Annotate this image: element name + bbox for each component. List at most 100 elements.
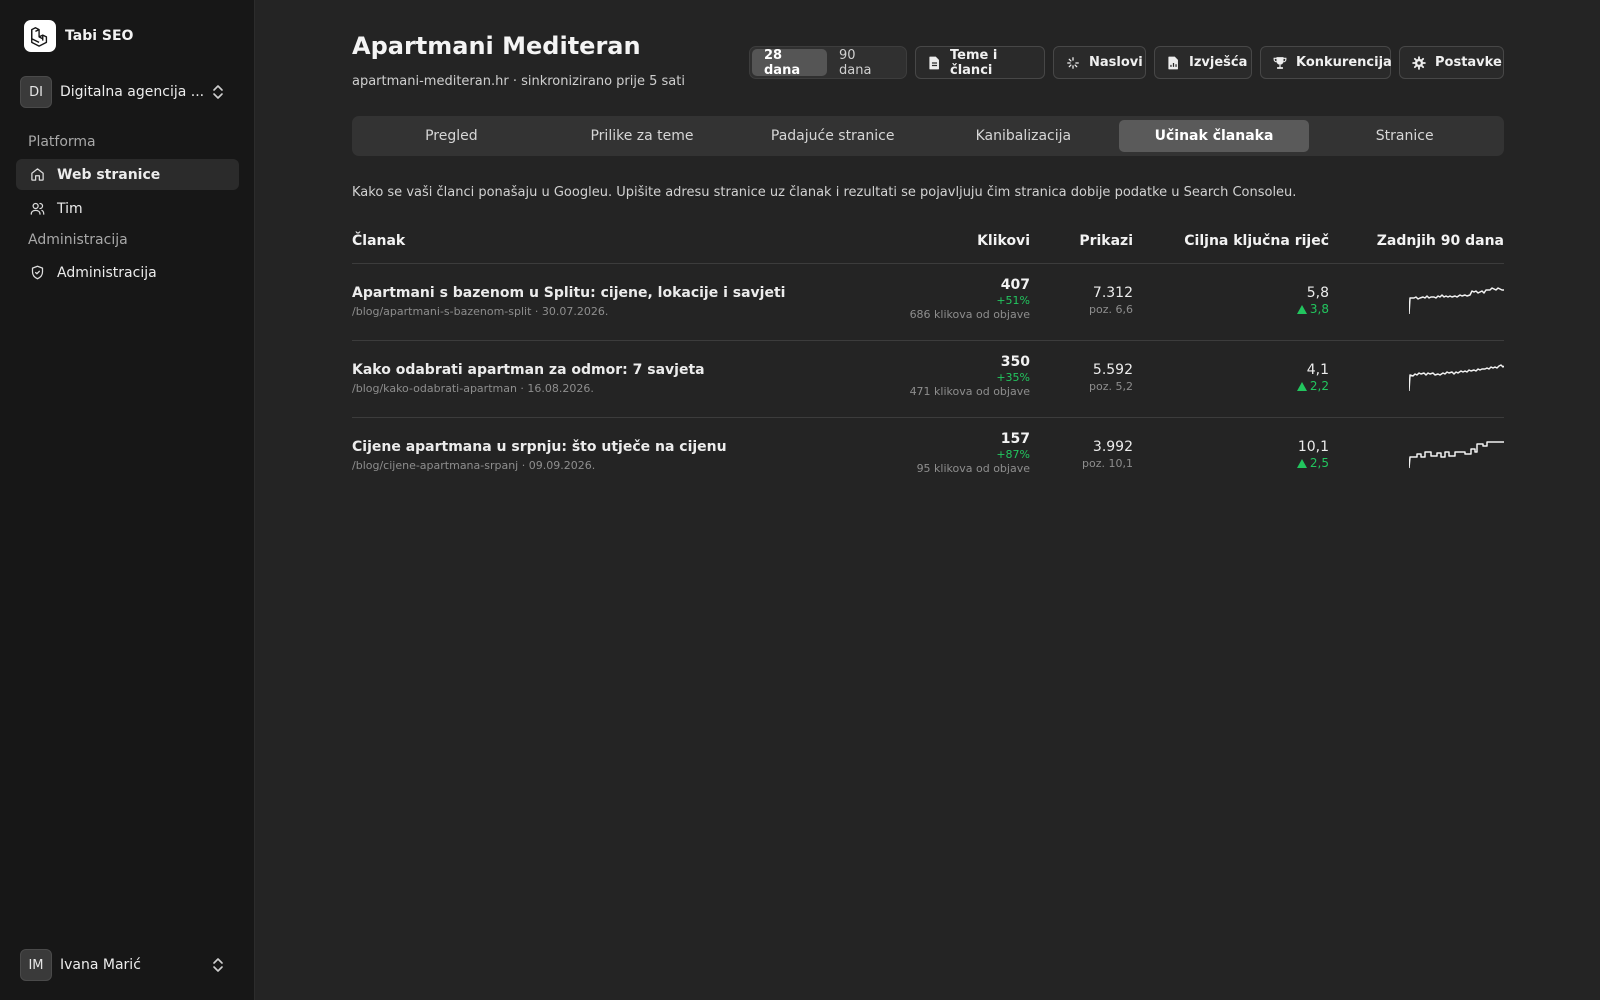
tab-pregled[interactable]: Pregled bbox=[356, 120, 547, 152]
average-position: poz. 6,6 bbox=[1089, 303, 1133, 316]
competition-label: Konkurencija bbox=[1296, 55, 1392, 70]
article-path: /blog/cijene-apartmana-srpanj · 09.09.20… bbox=[352, 459, 596, 472]
brand[interactable]: Tabi SEO bbox=[24, 20, 133, 52]
article-title[interactable]: Kako odabrati apartman za odmor: 7 savje… bbox=[352, 362, 705, 378]
clicks-total: 95 klikova od objave bbox=[916, 462, 1030, 475]
impressions-value: 7.312 bbox=[1092, 285, 1133, 301]
sidebar-item-administracija[interactable]: Administracija bbox=[16, 257, 239, 288]
clicks-total: 686 klikova od objave bbox=[909, 308, 1030, 321]
chevrons-up-down-icon bbox=[210, 956, 226, 974]
keyword-position: 10,1 bbox=[1297, 439, 1329, 455]
table-header: Članak Klikovi Prikazi Ciljna ključna ri… bbox=[352, 226, 1504, 264]
keyword-cell: 10,1 2,5 bbox=[1296, 439, 1329, 470]
range-28-days-button[interactable]: 28 dana bbox=[752, 48, 827, 78]
user-name: Ivana Marić bbox=[60, 957, 141, 973]
reports-label: Izvješća bbox=[1189, 55, 1248, 70]
sparkline-chart bbox=[1409, 441, 1504, 469]
keyword-change: 2,2 bbox=[1296, 379, 1329, 393]
keyword-cell: 4,1 2,2 bbox=[1296, 362, 1329, 393]
tab-padajuce-stranice[interactable]: Padajuće stranice bbox=[737, 120, 928, 152]
impressions-cell: 3.992 poz. 10,1 bbox=[1082, 439, 1133, 470]
tab-stranice[interactable]: Stranice bbox=[1309, 120, 1500, 152]
chart-file-icon bbox=[1167, 56, 1180, 70]
sparkline-chart bbox=[1409, 287, 1504, 315]
section-tabs: Pregled Prilike za teme Padajuće stranic… bbox=[352, 116, 1504, 156]
average-position: poz. 10,1 bbox=[1082, 457, 1133, 470]
app-logo-icon bbox=[24, 20, 56, 52]
date-range-toggle: 28 dana 90 dana bbox=[749, 46, 907, 79]
column-header-keyword[interactable]: Ciljna ključna riječ bbox=[1184, 233, 1329, 249]
column-header-impressions[interactable]: Prikazi bbox=[1079, 233, 1133, 249]
keyword-cell: 5,8 3,8 bbox=[1296, 285, 1329, 316]
keyword-delta: 3,8 bbox=[1309, 302, 1329, 316]
impressions-cell: 5.592 poz. 5,2 bbox=[1089, 362, 1133, 393]
topics-articles-button[interactable]: Teme i članci bbox=[915, 46, 1045, 79]
table-row[interactable]: Apartmani s bazenom u Splitu: cijene, lo… bbox=[352, 264, 1504, 341]
competition-button[interactable]: Konkurencija bbox=[1260, 46, 1392, 79]
team-name: Digitalna agencija ... bbox=[60, 84, 205, 100]
page-subtitle: apartmani-mediteran.hr · sinkronizirano … bbox=[352, 74, 685, 89]
range-90-days-button[interactable]: 90 dana bbox=[827, 48, 904, 78]
triangle-up-icon bbox=[1296, 458, 1307, 468]
clicks-cell: 157 +87% 95 klikova od objave bbox=[917, 431, 1030, 475]
clicks-delta: +87% bbox=[996, 448, 1030, 461]
triangle-up-icon bbox=[1296, 381, 1307, 391]
article-path: /blog/kako-odabrati-apartman · 16.08.202… bbox=[352, 382, 594, 395]
article-title[interactable]: Apartmani s bazenom u Splitu: cijene, lo… bbox=[352, 285, 785, 301]
sidebar: Tabi SEO DI Digitalna agencija ... Platf… bbox=[0, 0, 255, 1000]
headlines-label: Naslovi bbox=[1089, 55, 1143, 70]
file-text-icon bbox=[928, 56, 941, 70]
impressions-value: 5.592 bbox=[1092, 362, 1133, 378]
nav-group-platform: Platforma bbox=[28, 134, 96, 150]
page-title: Apartmani Mediteran bbox=[352, 32, 641, 60]
tab-ucinak-clanaka[interactable]: Učinak članaka bbox=[1118, 120, 1310, 152]
settings-label: Postavke bbox=[1435, 55, 1502, 70]
sidebar-item-label: Administracija bbox=[57, 264, 157, 281]
team-switcher[interactable]: DI Digitalna agencija ... bbox=[16, 74, 238, 110]
team-avatar: DI bbox=[20, 76, 52, 108]
user-menu[interactable]: IM Ivana Marić bbox=[16, 948, 238, 982]
clicks-value: 407 bbox=[1000, 277, 1030, 293]
home-icon bbox=[29, 167, 45, 183]
table-row[interactable]: Cijene apartmana u srpnju: što utječe na… bbox=[352, 418, 1504, 495]
sparkle-icon bbox=[1066, 56, 1080, 70]
column-header-article[interactable]: Članak bbox=[352, 233, 405, 249]
nav-group-administracija: Administracija bbox=[28, 232, 128, 248]
trophy-icon bbox=[1273, 56, 1287, 70]
table-row[interactable]: Kako odabrati apartman za odmor: 7 savje… bbox=[352, 341, 1504, 418]
tab-prilike-za-teme[interactable]: Prilike za teme bbox=[547, 120, 738, 152]
users-icon bbox=[29, 201, 45, 217]
headlines-button[interactable]: Naslovi bbox=[1053, 46, 1146, 79]
impressions-cell: 7.312 poz. 6,6 bbox=[1089, 285, 1133, 316]
keyword-delta: 2,2 bbox=[1309, 379, 1329, 393]
keyword-change: 3,8 bbox=[1296, 302, 1329, 316]
article-performance-table: Članak Klikovi Prikazi Ciljna ključna ri… bbox=[352, 226, 1504, 495]
sparkline-chart bbox=[1409, 364, 1504, 392]
column-header-clicks[interactable]: Klikovi bbox=[977, 233, 1030, 249]
user-avatar: IM bbox=[20, 949, 52, 981]
chevrons-up-down-icon bbox=[210, 83, 226, 101]
impressions-value: 3.992 bbox=[1092, 439, 1133, 455]
sidebar-item-tim[interactable]: Tim bbox=[16, 193, 239, 224]
keyword-position: 5,8 bbox=[1306, 285, 1329, 301]
shield-check-icon bbox=[29, 265, 45, 281]
sidebar-item-label: Tim bbox=[57, 200, 83, 217]
sidebar-item-web-stranice[interactable]: Web stranice bbox=[16, 159, 239, 190]
topics-articles-label: Teme i članci bbox=[950, 47, 998, 78]
clicks-value: 157 bbox=[1000, 431, 1030, 447]
keyword-position: 4,1 bbox=[1306, 362, 1329, 378]
keyword-delta: 2,5 bbox=[1309, 456, 1329, 470]
settings-button[interactable]: Postavke bbox=[1399, 46, 1504, 79]
clicks-cell: 350 +35% 471 klikova od objave bbox=[910, 354, 1030, 398]
clicks-value: 350 bbox=[1000, 354, 1030, 370]
gear-icon bbox=[1412, 55, 1426, 70]
reports-button[interactable]: Izvješća bbox=[1154, 46, 1252, 79]
article-title[interactable]: Cijene apartmana u srpnju: što utječe na… bbox=[352, 439, 727, 455]
tab-kanibalizacija[interactable]: Kanibalizacija bbox=[928, 120, 1119, 152]
section-description: Kako se vaši članci ponašaju u Googleu. … bbox=[352, 185, 1297, 200]
article-path: /blog/apartmani-s-bazenom-split · 30.07.… bbox=[352, 305, 609, 318]
column-header-last-90-days: Zadnjih 90 dana bbox=[1376, 233, 1504, 249]
triangle-up-icon bbox=[1296, 304, 1307, 314]
clicks-total: 471 klikova od objave bbox=[909, 385, 1030, 398]
clicks-delta: +51% bbox=[996, 294, 1030, 307]
